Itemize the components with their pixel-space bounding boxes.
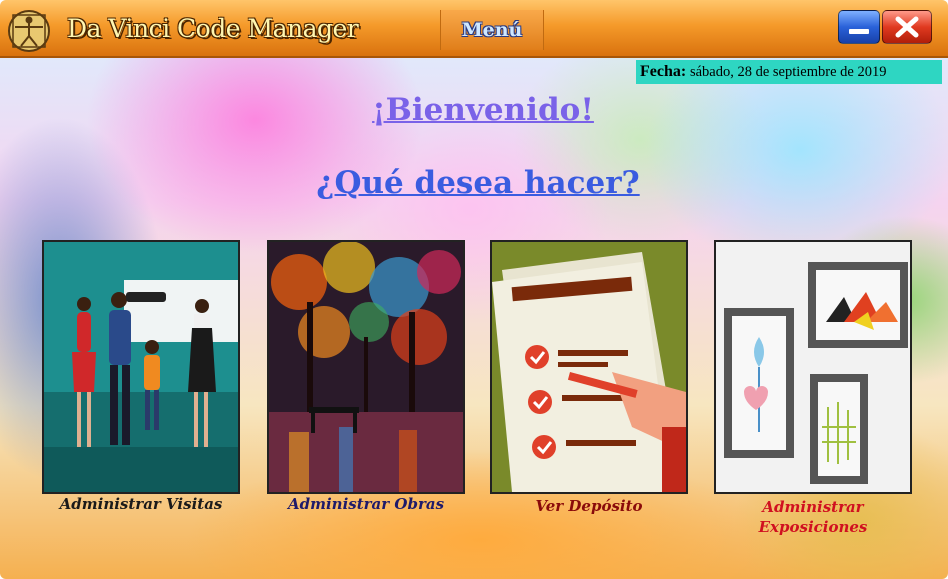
administrar-exposiciones-label[interactable]: Administrar Exposiciones <box>714 497 912 537</box>
vitruvian-man-icon <box>8 10 50 52</box>
administrar-visitas-label[interactable]: Administrar Visitas <box>42 495 240 513</box>
administrar-obras-label[interactable]: Administrar Obras <box>267 495 465 513</box>
close-button[interactable] <box>882 10 932 44</box>
close-icon <box>895 16 919 38</box>
gallery-wall-icon <box>716 242 910 492</box>
painting-icon <box>269 242 463 492</box>
administrar-visitas-tile[interactable] <box>42 240 240 494</box>
administrar-obras-tile[interactable] <box>267 240 465 494</box>
app-window: Da Vinci Code Manager Menú Fecha: sábado… <box>0 0 948 579</box>
ver-deposito-label[interactable]: Ver Depósito <box>490 497 688 515</box>
museum-visit-icon <box>44 242 238 492</box>
question-heading: ¿Qué desea hacer? <box>316 165 640 201</box>
title-bar[interactable]: Da Vinci Code Manager Menú <box>0 0 948 58</box>
date-value: sábado, 28 de septiembre de 2019 <box>689 64 887 80</box>
administrar-exposiciones-tile[interactable] <box>714 240 912 494</box>
date-panel: Fecha: sábado, 28 de septiembre de 2019 <box>636 60 942 84</box>
minimize-button[interactable] <box>838 10 880 44</box>
minimize-icon <box>849 29 869 34</box>
date-label: Fecha: <box>640 63 687 80</box>
menu-button[interactable]: Menú <box>440 10 544 50</box>
app-title: Da Vinci Code Manager <box>67 14 359 43</box>
welcome-heading: ¡Bienvenido! <box>372 92 594 128</box>
ver-deposito-tile[interactable] <box>490 240 688 494</box>
checklist-icon <box>492 242 686 492</box>
